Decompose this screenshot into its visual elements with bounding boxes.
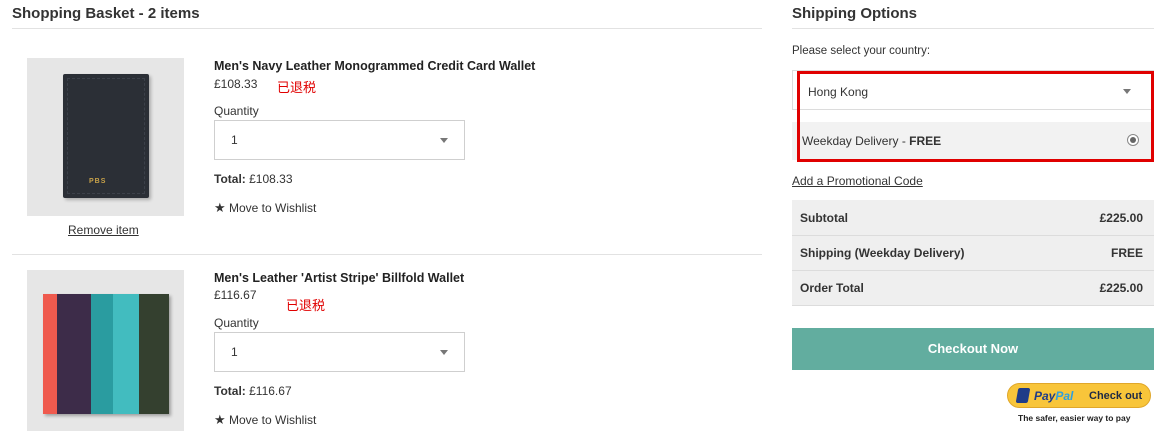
quantity-select[interactable]: 1: [214, 120, 465, 160]
wallet-graphic: [43, 294, 169, 414]
chevron-down-icon: [440, 138, 448, 143]
basket-title: Shopping Basket - 2 items: [12, 5, 200, 22]
total-label: Total:: [214, 384, 246, 398]
move-to-wishlist-link[interactable]: ★ Move to Wishlist: [214, 412, 316, 428]
shipping-value: FREE: [1110, 246, 1143, 260]
add-promo-code-link[interactable]: Add a Promotional Code: [792, 174, 923, 188]
subtotal-value: £225.00: [1099, 211, 1143, 225]
divider: [792, 28, 1154, 29]
divider: [12, 254, 762, 255]
quantity-select[interactable]: 1: [214, 332, 465, 372]
order-total-label: Order Total: [800, 281, 864, 295]
monogram-text: PBS: [89, 178, 107, 185]
divider: [12, 28, 762, 29]
order-summary: Subtotal £225.00 Shipping (Weekday Deliv…: [792, 200, 1154, 306]
shipping-label: Shipping (Weekday Delivery): [800, 246, 965, 260]
remove-item-link[interactable]: Remove item: [68, 223, 139, 237]
checkout-button[interactable]: Checkout Now: [792, 328, 1154, 370]
product-price: £116.67: [214, 288, 257, 302]
subtotal-row: Subtotal £225.00: [792, 200, 1154, 236]
quantity-value: 1: [231, 345, 238, 359]
product-image-billfold-wallet[interactable]: [27, 270, 184, 431]
chevron-down-icon: [440, 350, 448, 355]
order-total-row: Order Total £225.00: [792, 270, 1154, 306]
handwritten-note: 已退税: [277, 80, 317, 95]
product-image-card-wallet[interactable]: PBS: [27, 58, 184, 216]
item-total: Total: £116.67: [214, 384, 292, 398]
paypal-checkout-label: Check out: [1089, 390, 1143, 402]
wallet-graphic: PBS: [63, 74, 149, 198]
product-name[interactable]: Men's Navy Leather Monogrammed Credit Ca…: [214, 59, 535, 73]
star-icon: ★: [214, 200, 226, 215]
shipping-row: Shipping (Weekday Delivery) FREE: [792, 235, 1154, 271]
checkout-label: Checkout Now: [927, 341, 1019, 356]
total-value: £116.67: [249, 384, 292, 398]
order-total-value: £225.00: [1099, 281, 1143, 295]
subtotal-label: Subtotal: [800, 211, 848, 225]
quantity-value: 1: [231, 133, 238, 147]
paypal-logo-text: PayPal: [1034, 389, 1074, 403]
paypal-icon: [1015, 388, 1031, 403]
product-name[interactable]: Men's Leather 'Artist Stripe' Billfold W…: [214, 271, 464, 285]
handwritten-note: 已退税: [286, 298, 326, 313]
quantity-label: Quantity: [214, 104, 259, 118]
quantity-label: Quantity: [214, 316, 259, 330]
paypal-checkout-button[interactable]: PayPal Check out: [1007, 383, 1151, 408]
total-label: Total:: [214, 172, 246, 186]
total-value: £108.33: [249, 172, 293, 186]
wishlist-label: Move to Wishlist: [229, 413, 317, 427]
item-total: Total: £108.33: [214, 172, 293, 186]
star-icon: ★: [214, 412, 226, 427]
move-to-wishlist-link[interactable]: ★ Move to Wishlist: [214, 200, 316, 216]
shipping-title: Shipping Options: [792, 5, 917, 22]
wishlist-label: Move to Wishlist: [229, 201, 317, 215]
paypal-tagline: The safer, easier way to pay: [1018, 413, 1131, 423]
product-price: £108.33: [214, 77, 258, 91]
highlight-box: [797, 71, 1154, 162]
country-prompt: Please select your country:: [792, 45, 931, 57]
